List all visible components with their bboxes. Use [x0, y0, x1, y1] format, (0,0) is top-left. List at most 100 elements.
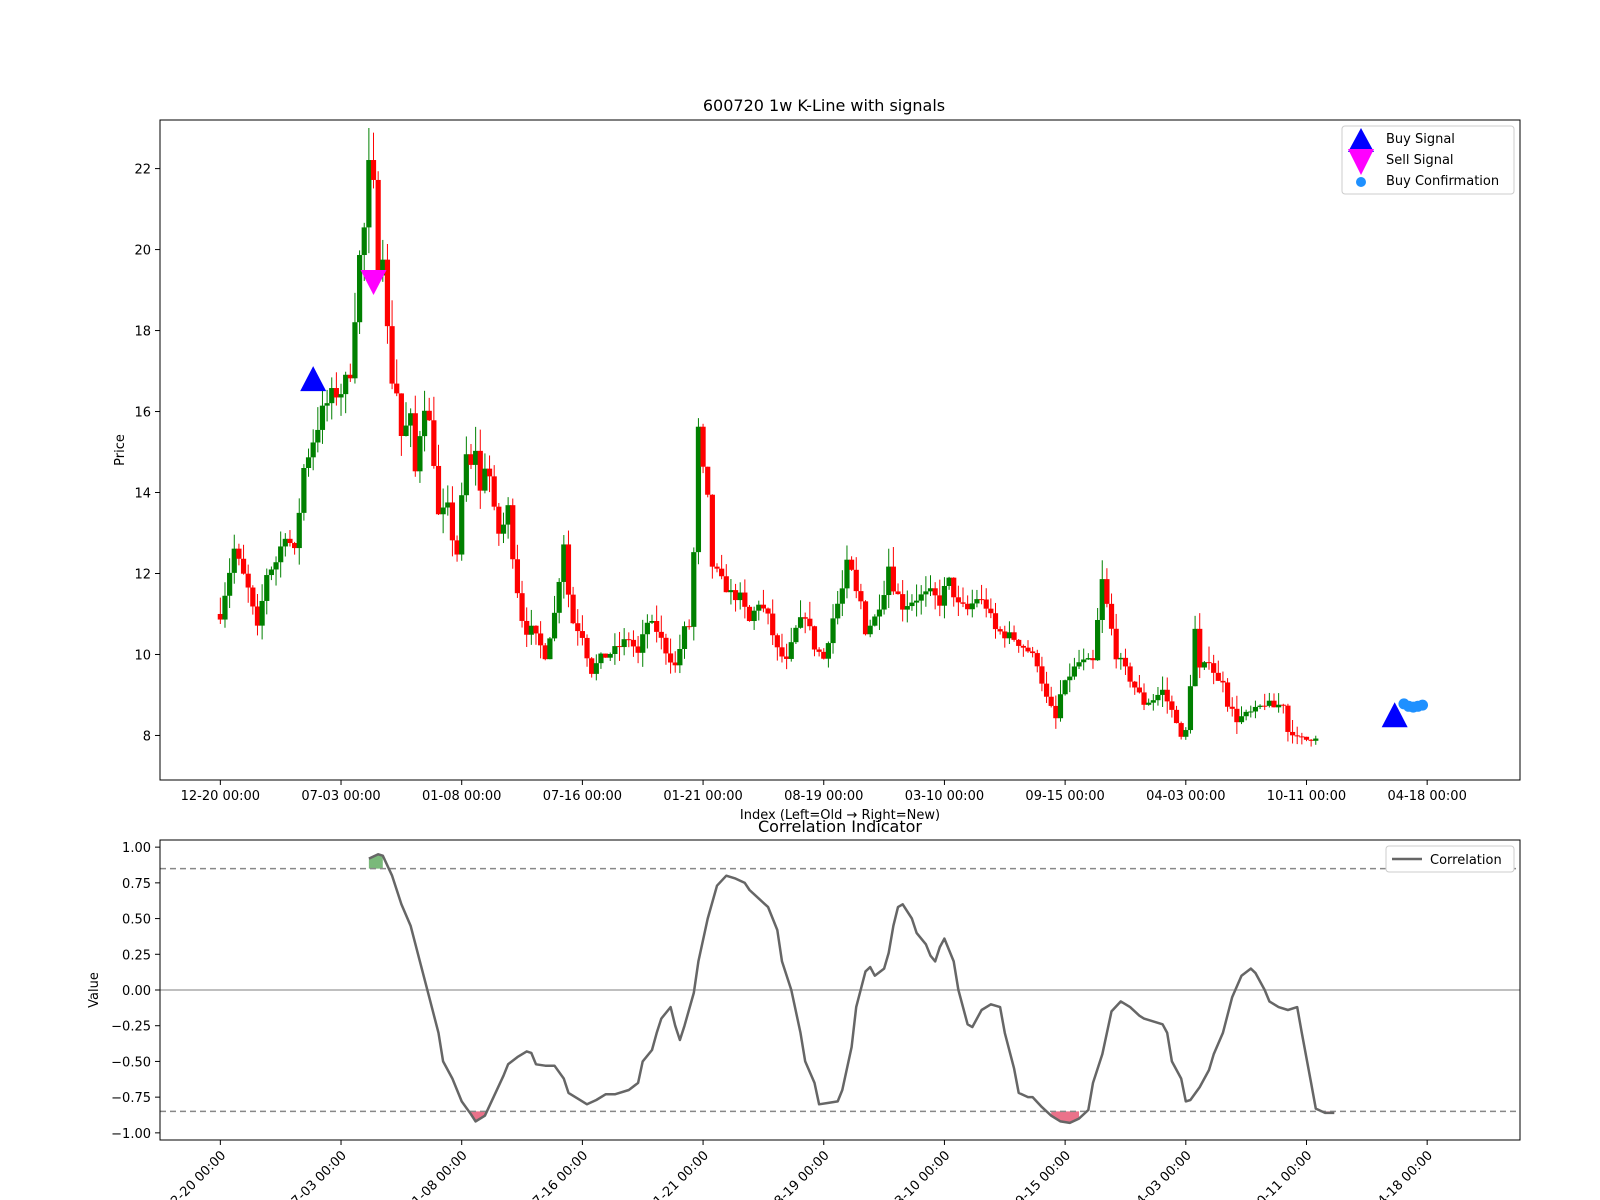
- candle-body: [310, 442, 316, 458]
- candle-body: [250, 587, 256, 607]
- candle-body: [542, 645, 548, 660]
- candle-body: [793, 627, 799, 643]
- candle-body: [1155, 694, 1161, 701]
- candle-body: [551, 612, 558, 639]
- candle-body: [598, 653, 604, 664]
- candle-body: [965, 603, 971, 610]
- y-tick-label: 14: [134, 487, 151, 502]
- candle-body: [654, 620, 660, 632]
- candle-body: [366, 160, 372, 228]
- candle-body: [445, 502, 451, 508]
- candle-body: [705, 466, 711, 495]
- y-tick-label: 22: [134, 163, 151, 178]
- legend-buy-confirmation: Buy Confirmation: [1386, 174, 1499, 189]
- candle-body: [524, 620, 530, 635]
- candle-body: [691, 552, 697, 627]
- legend-sell-signal: Sell Signal: [1386, 153, 1454, 168]
- candle-body: [1048, 696, 1054, 706]
- candle-body: [732, 590, 739, 601]
- candle-body: [324, 403, 330, 406]
- y-tick-label: 10: [134, 648, 151, 663]
- candle-body: [459, 495, 465, 555]
- candle-body: [937, 595, 943, 606]
- candle-body: [435, 465, 442, 515]
- candle-body: [1108, 603, 1115, 629]
- candle-body: [398, 393, 404, 436]
- candle-body: [236, 548, 242, 559]
- candle-body: [788, 642, 794, 659]
- candle-body: [389, 326, 395, 384]
- candle-body: [988, 608, 994, 614]
- candle-body: [1002, 631, 1008, 639]
- candle-body: [1006, 632, 1013, 639]
- candle-body: [528, 625, 534, 635]
- candle-body: [811, 626, 818, 650]
- x-tick-label: 12-20 00:00: [181, 789, 260, 804]
- candle-body: [338, 394, 344, 398]
- candle-body: [547, 638, 553, 660]
- y-tick-label: 16: [134, 406, 151, 421]
- candle-body: [1062, 680, 1068, 695]
- candle-body: [514, 559, 521, 594]
- candle-body: [909, 602, 915, 607]
- y-tick-label: −0.75: [111, 1091, 151, 1106]
- candle-body: [876, 609, 883, 617]
- candle-body: [700, 426, 706, 467]
- y-tick-label: −0.25: [111, 1020, 151, 1035]
- candle-body: [1303, 736, 1310, 740]
- candle-body: [1034, 653, 1040, 667]
- candle-body: [319, 405, 326, 430]
- candle-body: [616, 646, 623, 648]
- candle-body: [417, 436, 423, 472]
- y-tick-label: 1.00: [122, 841, 151, 856]
- candle-body: [621, 639, 627, 648]
- candle-body: [292, 543, 298, 549]
- candle-body: [1299, 736, 1305, 738]
- candle-body: [1071, 666, 1078, 677]
- candle-body: [1016, 639, 1022, 646]
- candle-body: [1057, 694, 1064, 719]
- candle-body: [960, 602, 966, 604]
- candle-body: [370, 160, 377, 180]
- candle-body: [315, 429, 321, 443]
- candle-body: [1043, 683, 1050, 697]
- candle-body: [681, 626, 688, 649]
- candle-body: [278, 546, 284, 563]
- candle-body: [630, 639, 637, 647]
- candle-body: [222, 595, 228, 620]
- candle-body: [983, 599, 989, 609]
- candle-body: [862, 601, 869, 635]
- candle-body: [505, 505, 511, 525]
- candle-body: [296, 512, 302, 549]
- x-tick-label: 07-03 00:00: [301, 789, 380, 804]
- candle-body: [538, 633, 544, 646]
- candle-body: [951, 577, 957, 598]
- candle-body: [1192, 628, 1198, 687]
- candle-body: [1280, 704, 1286, 706]
- candle-body: [923, 591, 929, 595]
- x-tick-label: 04-03 00:00: [1146, 789, 1225, 804]
- correlation-y-label: Value: [87, 972, 102, 1008]
- candle-body: [900, 594, 906, 610]
- candle-body: [565, 544, 572, 595]
- candle-body: [881, 595, 887, 610]
- candle-body: [463, 454, 469, 496]
- candle-body: [695, 426, 702, 553]
- candle-body: [491, 476, 497, 507]
- candle-body: [978, 599, 985, 601]
- candle-body: [510, 505, 516, 560]
- candle-body: [593, 663, 599, 674]
- candle-body: [356, 255, 363, 323]
- candle-body: [844, 559, 850, 589]
- x-tick-label: 01-21 00:00: [663, 789, 742, 804]
- candle-body: [1238, 716, 1245, 723]
- candle-body: [1132, 681, 1138, 688]
- candle-body: [723, 576, 729, 593]
- candle-body: [1173, 709, 1180, 724]
- candle-body: [500, 524, 507, 534]
- candle-body: [1224, 682, 1231, 707]
- candle-body: [556, 581, 562, 613]
- correlation-legend: Correlation: [1385, 845, 1515, 873]
- candle-body: [825, 643, 831, 659]
- candle-body: [1271, 700, 1277, 708]
